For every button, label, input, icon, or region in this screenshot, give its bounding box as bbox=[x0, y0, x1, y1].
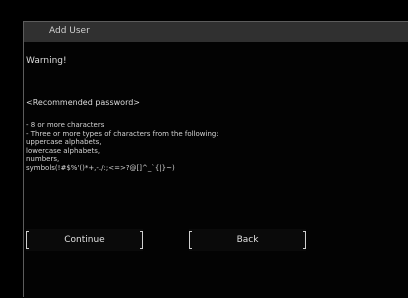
continue-button-label: Continue bbox=[64, 235, 105, 245]
button-bracket-right bbox=[140, 231, 143, 249]
recommendation-line: - 8 or more characters bbox=[26, 121, 105, 129]
continue-button[interactable]: Continue bbox=[26, 229, 143, 251]
button-bracket-left bbox=[26, 231, 29, 249]
password-recommendation-list: - 8 or more characters - Three or more t… bbox=[26, 121, 219, 173]
warning-heading: Warning! bbox=[26, 56, 67, 66]
recommendation-line: lowercase alphabets, bbox=[26, 146, 101, 155]
dialog-title: Add User bbox=[49, 26, 90, 36]
recommendation-line: uppercase alphabets, bbox=[26, 138, 102, 147]
recommended-password-heading: <Recommended password> bbox=[26, 98, 140, 107]
dialog-titlebar: Add User bbox=[24, 22, 408, 42]
recommendation-line: symbols(!#$%'()*+,-./:;<=>?@[]^_`{|}~) bbox=[26, 163, 175, 172]
button-bracket-right bbox=[303, 231, 306, 249]
recommendation-line: numbers, bbox=[26, 155, 60, 164]
back-button[interactable]: Back bbox=[189, 229, 306, 251]
button-bracket-left bbox=[189, 231, 192, 249]
recommendation-line: - Three or more types of characters from… bbox=[26, 129, 219, 138]
back-button-label: Back bbox=[236, 235, 259, 245]
